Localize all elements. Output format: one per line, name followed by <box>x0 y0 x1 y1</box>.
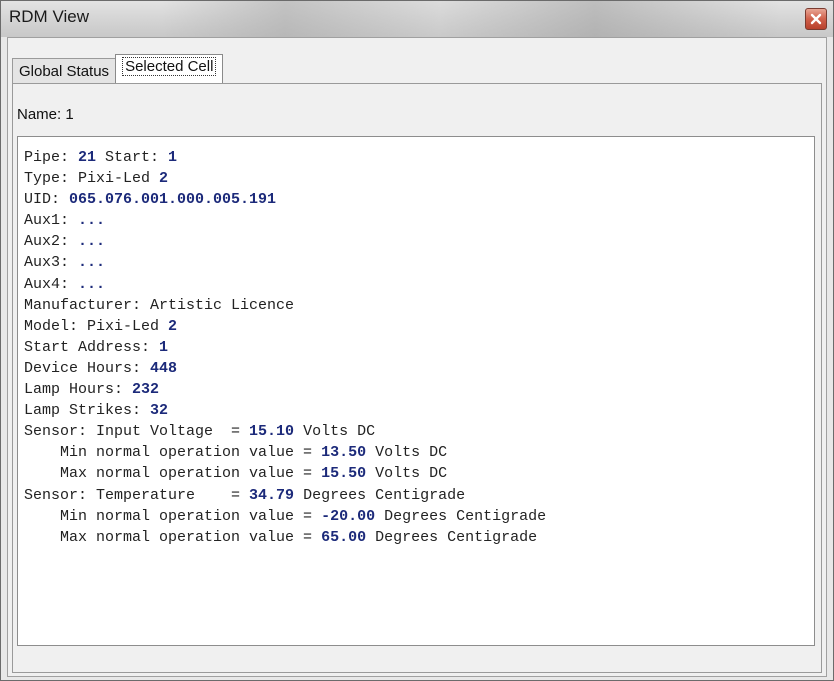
info-line: Min normal operation value = 13.50 Volts… <box>24 442 814 463</box>
info-line-rest: Volts DC <box>366 465 448 483</box>
info-line: Lamp Hours: 232 <box>24 379 814 400</box>
info-line: Aux4: ... <box>24 274 814 295</box>
info-line-rest: Degrees Centigrade <box>294 486 466 504</box>
info-line-value: ... <box>78 212 106 230</box>
info-line: Type: Pixi-Led 2 <box>24 168 814 189</box>
info-line-value: 13.50 <box>321 444 367 462</box>
info-line-label: Sensor: Input Voltage = <box>24 423 250 441</box>
info-line-value: -20.00 <box>321 507 376 525</box>
info-line-label: Start Address: <box>24 338 160 356</box>
info-line-label: Max normal operation value = <box>24 528 322 546</box>
info-line: Max normal operation value = 15.50 Volts… <box>24 463 814 484</box>
info-line: Sensor: Temperature = 34.79 Degrees Cent… <box>24 485 814 506</box>
client-area: Global Status Selected Cell Name: 1 Pipe… <box>7 37 827 677</box>
info-line: Lamp Strikes: 32 <box>24 400 814 421</box>
info-line-label: UID: <box>24 191 70 209</box>
name-label: Name: 1 <box>17 106 74 123</box>
info-line-value: 15.50 <box>321 465 367 483</box>
info-line-value: 2 <box>159 170 169 188</box>
info-line-label: Aux1: <box>24 212 79 230</box>
info-line: Aux3: ... <box>24 252 814 273</box>
info-line-value: ... <box>78 233 106 251</box>
info-line-value: 232 <box>132 381 160 399</box>
info-line: Max normal operation value = 65.00 Degre… <box>24 527 814 548</box>
info-line: Start Address: 1 <box>24 337 814 358</box>
info-line-value: 065.076.001.000.005.191 <box>69 191 277 209</box>
info-line-value: 34.79 <box>249 486 295 504</box>
info-line: Aux1: ... <box>24 210 814 231</box>
info-line-label: Pipe: <box>24 149 79 166</box>
info-line-rest: Volts DC <box>294 423 376 441</box>
info-line-rest: Volts DC <box>366 444 448 462</box>
info-line-value: 21 <box>78 149 97 166</box>
info-line-value2: 1 <box>168 149 178 166</box>
info-line-label: Sensor: Temperature = <box>24 486 250 504</box>
info-line-label: Aux4: <box>24 275 79 293</box>
info-line-value: 32 <box>150 402 169 420</box>
info-line-value: ... <box>78 254 106 272</box>
info-line-label: Min normal operation value = <box>24 444 322 462</box>
tab-global-status[interactable]: Global Status <box>12 58 117 84</box>
info-line-rest: Start: <box>96 149 169 166</box>
info-line-rest: Degrees Centigrade <box>366 528 538 546</box>
info-line-label: Aux3: <box>24 254 79 272</box>
info-line-label: Device Hours: <box>24 359 151 377</box>
info-line: Manufacturer: Artistic Licence <box>24 295 814 316</box>
info-line: Sensor: Input Voltage = 15.10 Volts DC <box>24 421 814 442</box>
info-line-value: ... <box>78 275 106 293</box>
selected-cell-panel: Name: 1 Pipe: 21 Start: 1 Type: Pixi-Led … <box>12 83 822 673</box>
info-line-label: Lamp Strikes: <box>24 402 151 420</box>
title-bar[interactable]: RDM View <box>1 1 833 37</box>
info-line-label: Lamp Hours: <box>24 381 133 399</box>
info-line: UID: 065.076.001.000.005.191 <box>24 189 814 210</box>
info-line: Min normal operation value = -20.00 Degr… <box>24 506 814 527</box>
title-bar-glass <box>161 1 781 37</box>
info-line-rest: Degrees Centigrade <box>375 507 547 525</box>
info-line-label: Model: Pixi-Led <box>24 317 169 335</box>
tab-selected-cell[interactable]: Selected Cell <box>115 54 224 84</box>
rdm-info-box[interactable]: Pipe: 21 Start: 1 Type: Pixi-Led 2 UID: 06… <box>17 136 815 646</box>
info-line-label: Manufacturer: Artistic Licence <box>24 296 295 314</box>
info-line-value: 65.00 <box>321 528 367 546</box>
info-line-value: 15.10 <box>249 423 295 441</box>
info-line-label: Type: Pixi-Led <box>24 170 160 188</box>
tab-global-status-label: Global Status <box>19 63 110 80</box>
info-line: Model: Pixi-Led 2 <box>24 316 814 337</box>
tab-selected-cell-label: Selected Cell <box>122 57 217 76</box>
info-line-label: Max normal operation value = <box>24 465 322 483</box>
info-line-label: Aux2: <box>24 233 79 251</box>
info-line-value: 448 <box>150 359 178 377</box>
close-icon <box>810 13 822 25</box>
tab-strip: Global Status Selected Cell <box>12 54 224 84</box>
close-button[interactable] <box>805 8 827 30</box>
info-line: Aux2: ... <box>24 231 814 252</box>
info-line: Pipe: 21 Start: 1 <box>24 147 814 168</box>
rdm-view-window: RDM View Global Status Selected Cell Nam… <box>0 0 834 681</box>
info-line-value: 1 <box>159 338 169 356</box>
window-title: RDM View <box>9 7 89 26</box>
info-line: Device Hours: 448 <box>24 358 814 379</box>
info-line-value: 2 <box>168 317 178 335</box>
info-line-label: Min normal operation value = <box>24 507 322 525</box>
